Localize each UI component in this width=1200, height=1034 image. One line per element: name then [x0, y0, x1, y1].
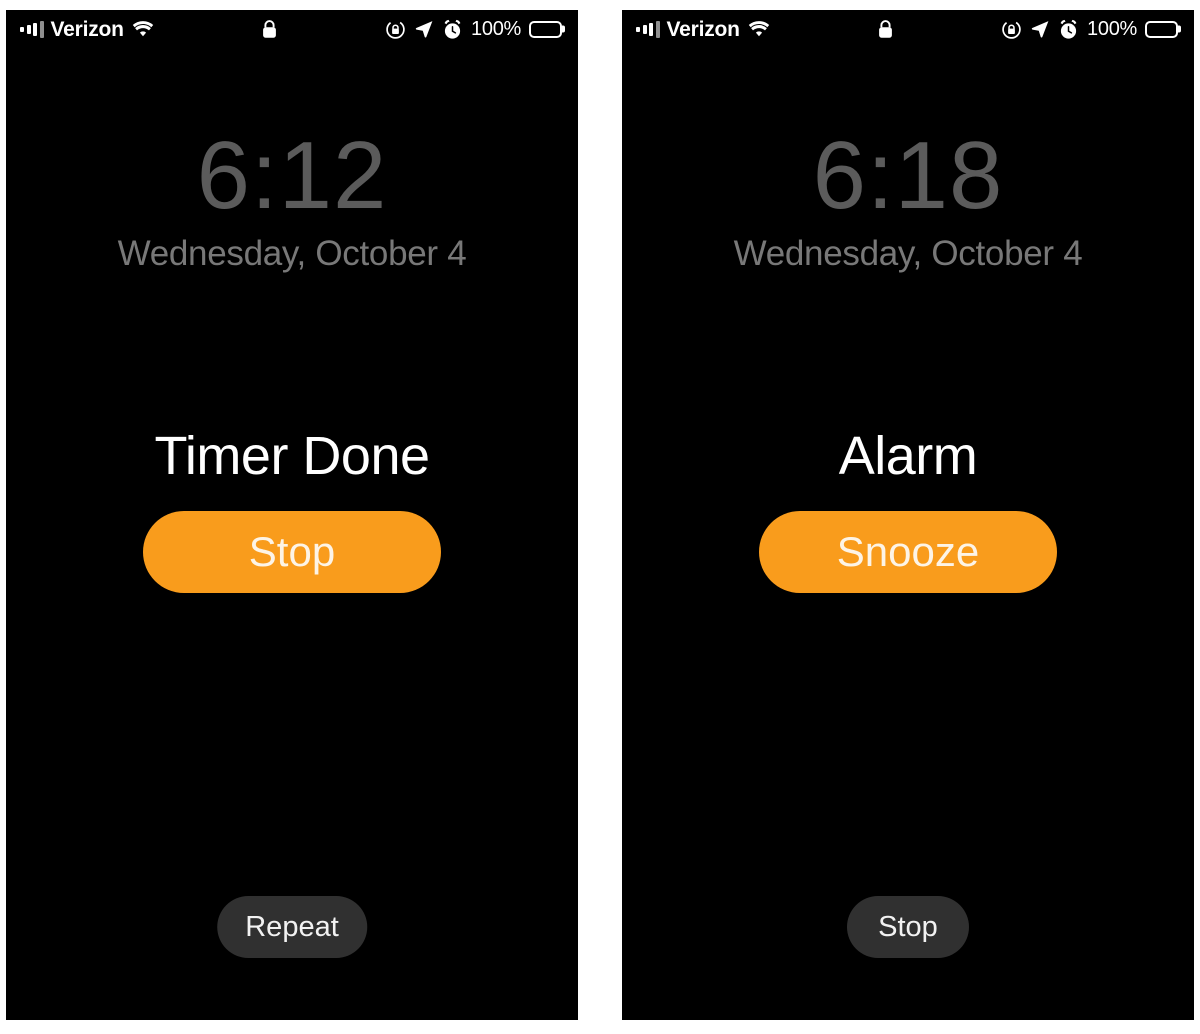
lockscreen-time: 6:18	[812, 122, 1004, 229]
rotation-lock-icon	[1001, 19, 1022, 40]
lock-icon	[261, 19, 278, 40]
wifi-icon	[131, 20, 155, 38]
location-arrow-icon	[1030, 19, 1050, 39]
stop-button[interactable]: Stop	[847, 896, 969, 958]
alarm-clock-icon	[1058, 19, 1079, 40]
screenshot-stage: Verizon 100% 6:12 Wednesday, October 4 T…	[0, 0, 1200, 1034]
carrier-label: Verizon	[666, 17, 740, 41]
carrier-label: Verizon	[50, 17, 124, 41]
status-bar: Verizon 100%	[6, 10, 578, 48]
stop-button[interactable]: Stop	[143, 510, 441, 593]
status-bar-center-group	[771, 19, 1001, 40]
lockscreen-date: Wednesday, October 4	[733, 234, 1083, 273]
alarm-clock-icon	[442, 19, 463, 40]
status-bar-left-group: Verizon	[20, 19, 155, 40]
iphone-lockscreen-timer-done: Verizon 100% 6:12 Wednesday, October 4 T…	[6, 10, 578, 1020]
repeat-button[interactable]: Repeat	[217, 896, 367, 958]
status-bar: Verizon 100%	[622, 10, 1194, 48]
lockscreen-clock: 6:12 Wednesday, October 4	[6, 128, 578, 274]
status-bar-left-group: Verizon	[636, 19, 771, 40]
location-arrow-icon	[414, 19, 434, 39]
wifi-icon	[747, 20, 771, 38]
status-bar-center-group	[155, 19, 385, 40]
snooze-button[interactable]: Snooze	[759, 510, 1057, 593]
rotation-lock-icon	[385, 19, 406, 40]
cellular-signal-icon	[20, 20, 44, 38]
alert-title: Timer Done	[154, 426, 430, 486]
status-bar-right-group: 100%	[385, 18, 565, 40]
battery-percent-label: 100%	[471, 18, 521, 40]
lockscreen-date: Wednesday, October 4	[117, 234, 467, 273]
timer-alert: Timer Done Stop	[6, 428, 578, 593]
alert-title: Alarm	[838, 426, 978, 486]
lockscreen-clock: 6:18 Wednesday, October 4	[622, 128, 1194, 274]
battery-percent-label: 100%	[1087, 18, 1137, 40]
alarm-alert: Alarm Snooze	[622, 428, 1194, 593]
battery-full-icon	[529, 20, 565, 38]
lock-icon	[877, 19, 894, 40]
lockscreen-time: 6:12	[196, 122, 388, 229]
cellular-signal-icon	[636, 20, 660, 38]
battery-full-icon	[1145, 20, 1181, 38]
iphone-lockscreen-alarm: Verizon 100% 6:18 Wednesday, October 4 A…	[622, 10, 1194, 1020]
status-bar-right-group: 100%	[1001, 18, 1181, 40]
